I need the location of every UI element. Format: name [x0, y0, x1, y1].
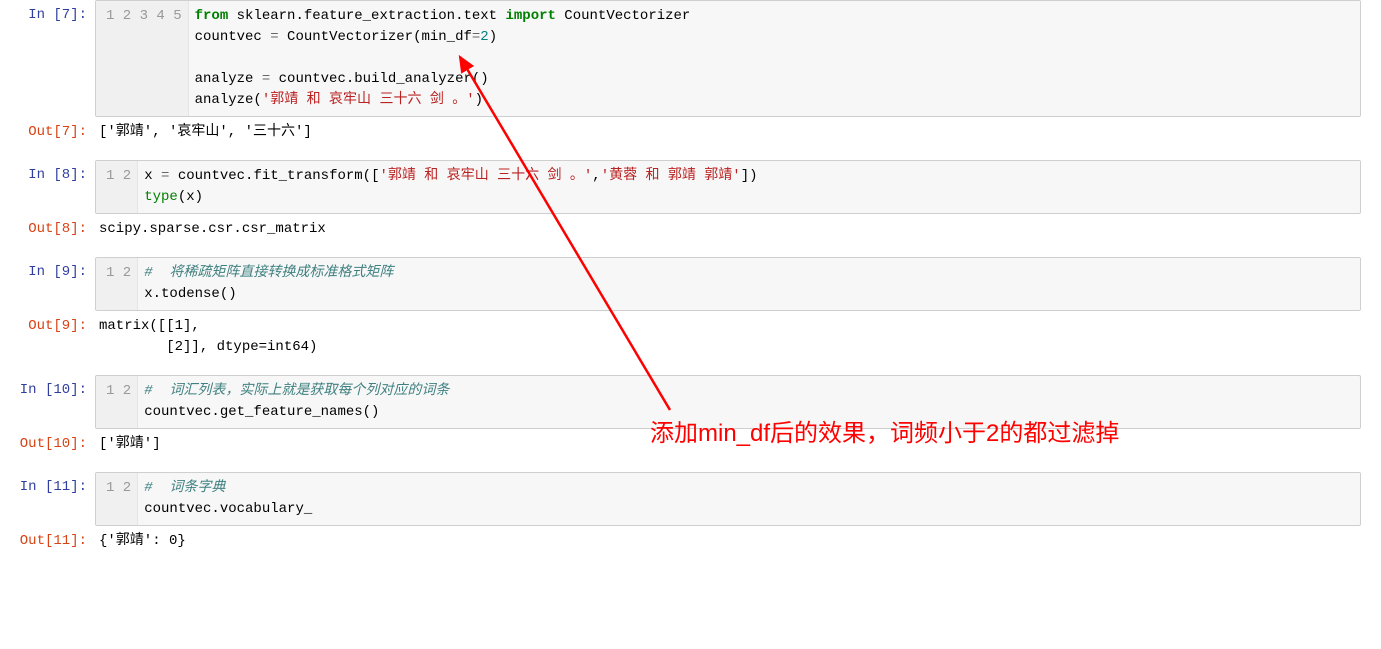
input-cell[interactable]: In [7]:1 2 3 4 5from sklearn.feature_ext…	[0, 0, 1381, 117]
line-numbers: 1 2	[96, 258, 138, 310]
notebook-cell: In [10]:1 2# 词汇列表，实际上就是获取每个列对应的词条 countv…	[0, 375, 1381, 460]
notebook-cell: In [7]:1 2 3 4 5from sklearn.feature_ext…	[0, 0, 1381, 148]
input-cell[interactable]: In [11]:1 2# 词条字典 countvec.vocabulary_	[0, 472, 1381, 526]
output-cell: Out[10]:['郭靖']	[0, 429, 1381, 460]
output-content: ['郭靖']	[95, 429, 1381, 460]
input-cell[interactable]: In [8]:1 2x = countvec.fit_transform(['郭…	[0, 160, 1381, 214]
code-content[interactable]: x = countvec.fit_transform(['郭靖 和 哀牢山 三十…	[138, 161, 1360, 213]
code-input[interactable]: 1 2# 词条字典 countvec.vocabulary_	[95, 472, 1361, 526]
notebook-cell: In [9]:1 2# 将稀疏矩阵直接转换成标准格式矩阵 x.todense()…	[0, 257, 1381, 363]
output-content: matrix([[1], [2]], dtype=int64)	[95, 311, 1381, 363]
in-prompt: In [7]:	[0, 0, 95, 26]
notebook-cell: In [8]:1 2x = countvec.fit_transform(['郭…	[0, 160, 1381, 245]
code-content[interactable]: # 词条字典 countvec.vocabulary_	[138, 473, 1360, 525]
output-cell: Out[7]:['郭靖', '哀牢山', '三十六']	[0, 117, 1381, 148]
code-input[interactable]: 1 2 3 4 5from sklearn.feature_extraction…	[95, 0, 1361, 117]
out-prompt: Out[10]:	[0, 429, 95, 455]
input-cell[interactable]: In [10]:1 2# 词汇列表，实际上就是获取每个列对应的词条 countv…	[0, 375, 1381, 429]
out-prompt: Out[9]:	[0, 311, 95, 337]
code-content[interactable]: # 词汇列表，实际上就是获取每个列对应的词条 countvec.get_feat…	[138, 376, 1360, 428]
out-prompt: Out[7]:	[0, 117, 95, 143]
line-numbers: 1 2 3 4 5	[96, 1, 189, 116]
in-prompt: In [10]:	[0, 375, 95, 401]
line-numbers: 1 2	[96, 473, 138, 525]
code-content[interactable]: from sklearn.feature_extraction.text imp…	[189, 1, 1360, 116]
out-prompt: Out[8]:	[0, 214, 95, 240]
in-prompt: In [9]:	[0, 257, 95, 283]
output-cell: Out[11]:{'郭靖': 0}	[0, 526, 1381, 557]
jupyter-notebook: In [7]:1 2 3 4 5from sklearn.feature_ext…	[0, 0, 1381, 557]
input-cell[interactable]: In [9]:1 2# 将稀疏矩阵直接转换成标准格式矩阵 x.todense()	[0, 257, 1381, 311]
in-prompt: In [8]:	[0, 160, 95, 186]
out-prompt: Out[11]:	[0, 526, 95, 552]
output-cell: Out[9]:matrix([[1], [2]], dtype=int64)	[0, 311, 1381, 363]
code-input[interactable]: 1 2# 词汇列表，实际上就是获取每个列对应的词条 countvec.get_f…	[95, 375, 1361, 429]
code-content[interactable]: # 将稀疏矩阵直接转换成标准格式矩阵 x.todense()	[138, 258, 1360, 310]
output-content: ['郭靖', '哀牢山', '三十六']	[95, 117, 1381, 148]
output-content: scipy.sparse.csr.csr_matrix	[95, 214, 1381, 245]
output-cell: Out[8]:scipy.sparse.csr.csr_matrix	[0, 214, 1381, 245]
line-numbers: 1 2	[96, 376, 138, 428]
notebook-cell: In [11]:1 2# 词条字典 countvec.vocabulary_Ou…	[0, 472, 1381, 557]
line-numbers: 1 2	[96, 161, 138, 213]
code-input[interactable]: 1 2x = countvec.fit_transform(['郭靖 和 哀牢山…	[95, 160, 1361, 214]
output-content: {'郭靖': 0}	[95, 526, 1381, 557]
in-prompt: In [11]:	[0, 472, 95, 498]
code-input[interactable]: 1 2# 将稀疏矩阵直接转换成标准格式矩阵 x.todense()	[95, 257, 1361, 311]
